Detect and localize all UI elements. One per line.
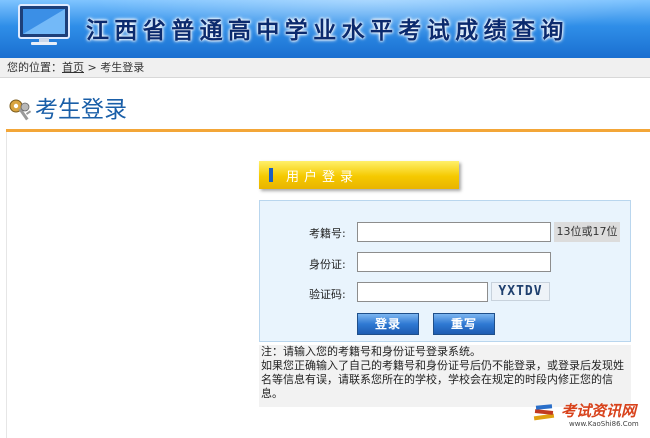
left-border (6, 132, 7, 438)
login-button[interactable]: 登录 (357, 313, 419, 335)
watermark-url: www.KaoShi86.Com (569, 420, 639, 428)
exam-no-input[interactable] (357, 222, 551, 242)
monitor-icon (18, 4, 70, 45)
header-banner: 江西省普通高中学业水平考试成绩查询 (0, 0, 650, 58)
title-divider (6, 129, 650, 132)
captcha-label: 验证码: (309, 288, 346, 301)
site-title: 江西省普通高中学业水平考试成绩查询 (86, 17, 569, 44)
id-card-input[interactable] (357, 252, 551, 272)
watermark: 考试资讯网 www.KaoShi86.Com (531, 400, 643, 434)
id-card-label: 身份证: (309, 258, 346, 271)
breadcrumb: 您的位置：首页 > 考生登录 (0, 58, 650, 78)
breadcrumb-home-link[interactable]: 首页 (62, 61, 84, 74)
notes-line-2: 如果您正确输入了自己的考籍号和身份证号后仍不能登录，或登录后发现姓名等信息有误，… (261, 359, 624, 400)
notes-line-1: 注：请输入您的考籍号和身份证号登录系统。 (261, 345, 481, 358)
captcha-input[interactable] (357, 282, 488, 302)
exam-no-hint: 13位或17位 (554, 222, 620, 242)
breadcrumb-separator: > (84, 61, 101, 74)
login-notes: 注：请输入您的考籍号和身份证号登录系统。 如果您正确输入了自己的考籍号和身份证号… (259, 345, 631, 407)
page-title: 考生登录 (35, 97, 127, 123)
watermark-brand: 考试资讯网 (561, 402, 637, 420)
header-bar-marker (269, 168, 273, 182)
breadcrumb-current: 考生登录 (100, 61, 145, 74)
login-panel-header: 用户登录 (259, 161, 459, 189)
key-icon (9, 99, 32, 121)
reset-button[interactable]: 重写 (433, 313, 495, 335)
breadcrumb-prefix: 您的位置： (7, 61, 62, 74)
login-panel-title: 用户登录 (286, 170, 359, 185)
login-form: 考籍号: 13位或17位 身份证: 验证码: YXTDV 登录 重写 (259, 200, 631, 342)
exam-no-label: 考籍号: (309, 227, 346, 240)
books-logo-icon (533, 404, 555, 421)
captcha-image[interactable]: YXTDV (491, 282, 550, 301)
